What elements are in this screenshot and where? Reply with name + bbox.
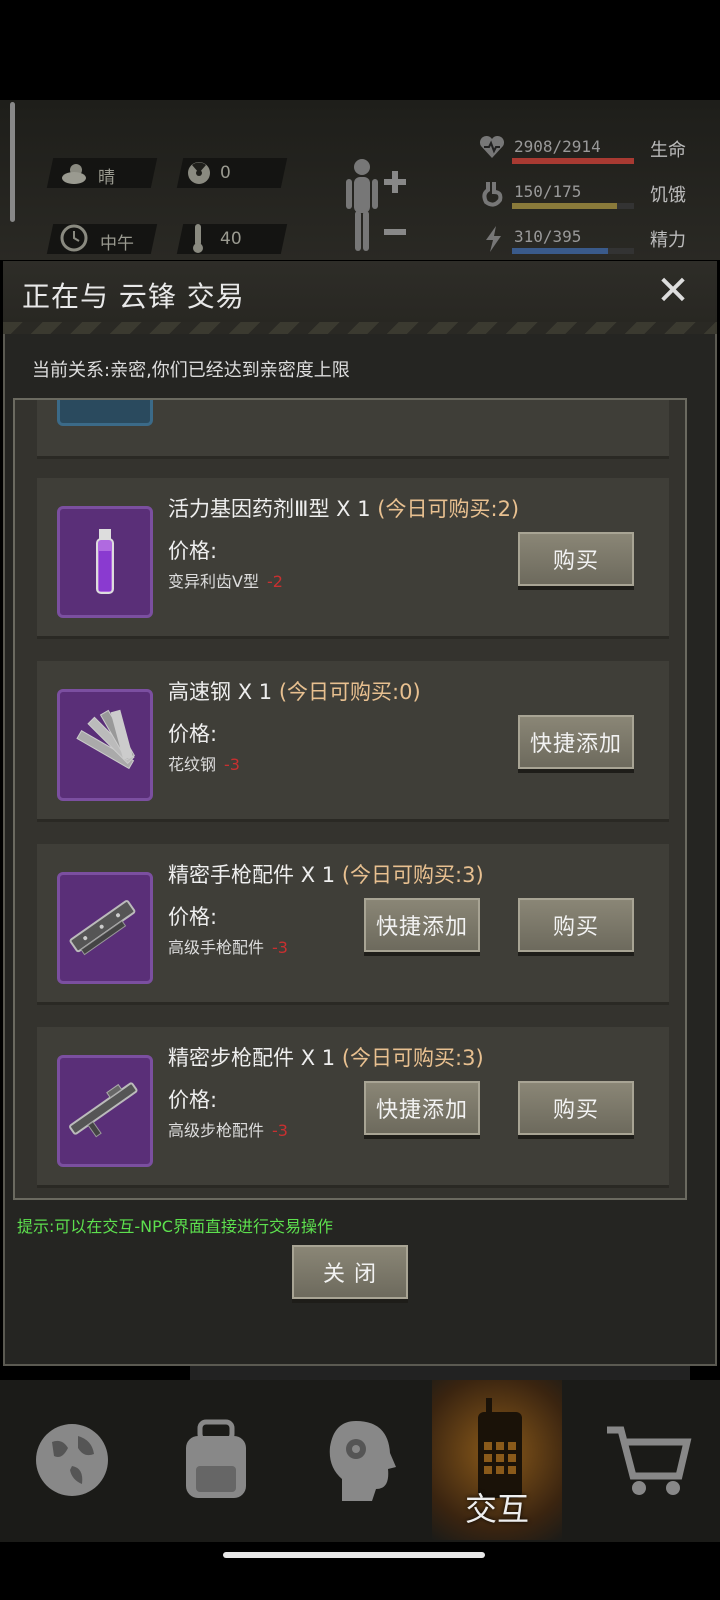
scroll-indicator xyxy=(10,102,15,222)
energy-bar xyxy=(512,248,634,254)
clock-icon xyxy=(60,224,88,256)
price-label: 价格: xyxy=(168,905,218,929)
cost-item: 高级手枪配件 -3 xyxy=(168,938,288,957)
cart-icon[interactable] xyxy=(576,1380,720,1540)
item-name: 高速钢 X 1 (今日可购买:0) xyxy=(168,680,421,704)
item-name: 活力基因药剂Ⅲ型 X 1 (今日可购买:2) xyxy=(168,497,520,521)
close-button[interactable]: 关 闭 xyxy=(292,1245,408,1299)
stomach-icon xyxy=(480,180,504,212)
nav-active-label: 交互 xyxy=(464,1490,529,1528)
pistol-parts-icon xyxy=(57,872,153,984)
nav-tab-interact[interactable]: 交互 xyxy=(432,1380,562,1540)
buy-button[interactable]: 购买 xyxy=(518,532,634,586)
price-label: 价格: xyxy=(168,1088,218,1112)
item-name: 精密手枪配件 X 1 (今日可购买:3) xyxy=(168,863,484,887)
price-label: 价格: xyxy=(168,722,218,746)
list-item xyxy=(37,400,669,459)
list-item: 精密步枪配件 X 1 (今日可购买:3) 价格: 高级步枪配件 -3 快捷添加 购… xyxy=(37,1027,669,1188)
globe-icon[interactable] xyxy=(0,1380,144,1540)
quick-add-button[interactable]: 快捷添加 xyxy=(364,898,480,952)
item-icon-partial xyxy=(57,400,153,426)
price-label: 价格: xyxy=(168,539,218,563)
vial-icon xyxy=(57,506,153,618)
stat-fill xyxy=(512,203,617,209)
backpack-icon[interactable] xyxy=(144,1380,288,1540)
energy-label: 精力 xyxy=(650,230,686,251)
cost-item: 高级步枪配件 -3 xyxy=(168,1121,288,1140)
buy-button[interactable]: 购买 xyxy=(518,1081,634,1135)
hunger-label: 饥饿 xyxy=(650,185,686,206)
time-text: 中午 xyxy=(100,234,134,254)
body-status-icon[interactable] xyxy=(340,155,412,259)
health-label: 生命 xyxy=(650,140,686,161)
radiation-icon xyxy=(186,160,212,190)
list-item: 精密手枪配件 X 1 (今日可购买:3) 价格: 高级手枪配件 -3 快捷添加 购… xyxy=(37,844,669,1005)
dialog-title: 正在与 云锋 交易 xyxy=(22,280,245,313)
quick-add-button[interactable]: 快捷添加 xyxy=(518,715,634,769)
energy-icon xyxy=(482,224,504,258)
rifle-parts-icon xyxy=(57,1055,153,1167)
hint-text: 提示:可以在交互-NPC界面直接进行交易操作 xyxy=(17,1217,333,1236)
relation-status: 当前关系:亲密,你们已经达到亲密度上限 xyxy=(32,360,350,381)
health-value: 2908/2914 xyxy=(514,137,601,156)
radiation-value: 0 xyxy=(220,163,231,183)
list-item: 高速钢 X 1 (今日可购买:0) 价格: 花纹钢 -3 快捷添加 xyxy=(37,661,669,822)
cloud-sun-icon xyxy=(60,160,90,190)
energy-value: 310/395 xyxy=(514,227,582,246)
cost-item: 变异利齿Ⅴ型 -2 xyxy=(168,572,283,591)
steel-bars-icon xyxy=(57,689,153,801)
temperature-value: 40 xyxy=(220,229,242,249)
stat-fill xyxy=(512,248,608,254)
thermometer-icon xyxy=(190,222,206,258)
stat-fill xyxy=(512,158,634,164)
hunger-value: 150/175 xyxy=(514,182,582,201)
item-name: 精密步枪配件 X 1 (今日可购买:3) xyxy=(168,1046,484,1070)
health-bar xyxy=(512,158,634,164)
list-item: 活力基因药剂Ⅲ型 X 1 (今日可购买:2) 价格: 变异利齿Ⅴ型 -2 购买 xyxy=(37,478,669,639)
hunger-bar xyxy=(512,203,634,209)
hazard-stripe xyxy=(3,322,717,334)
close-icon[interactable]: ✕ xyxy=(654,271,692,311)
home-indicator[interactable] xyxy=(223,1552,485,1558)
trade-item-list[interactable]: 活力基因药剂Ⅲ型 X 1 (今日可购买:2) 价格: 变异利齿Ⅴ型 -2 购买 高… xyxy=(13,398,687,1200)
heart-icon xyxy=(478,134,506,164)
buy-button[interactable]: 购买 xyxy=(518,898,634,952)
head-gear-icon[interactable] xyxy=(288,1380,432,1540)
weather-text: 晴 xyxy=(98,168,115,188)
cost-item: 花纹钢 -3 xyxy=(168,755,240,774)
quick-add-button[interactable]: 快捷添加 xyxy=(364,1081,480,1135)
